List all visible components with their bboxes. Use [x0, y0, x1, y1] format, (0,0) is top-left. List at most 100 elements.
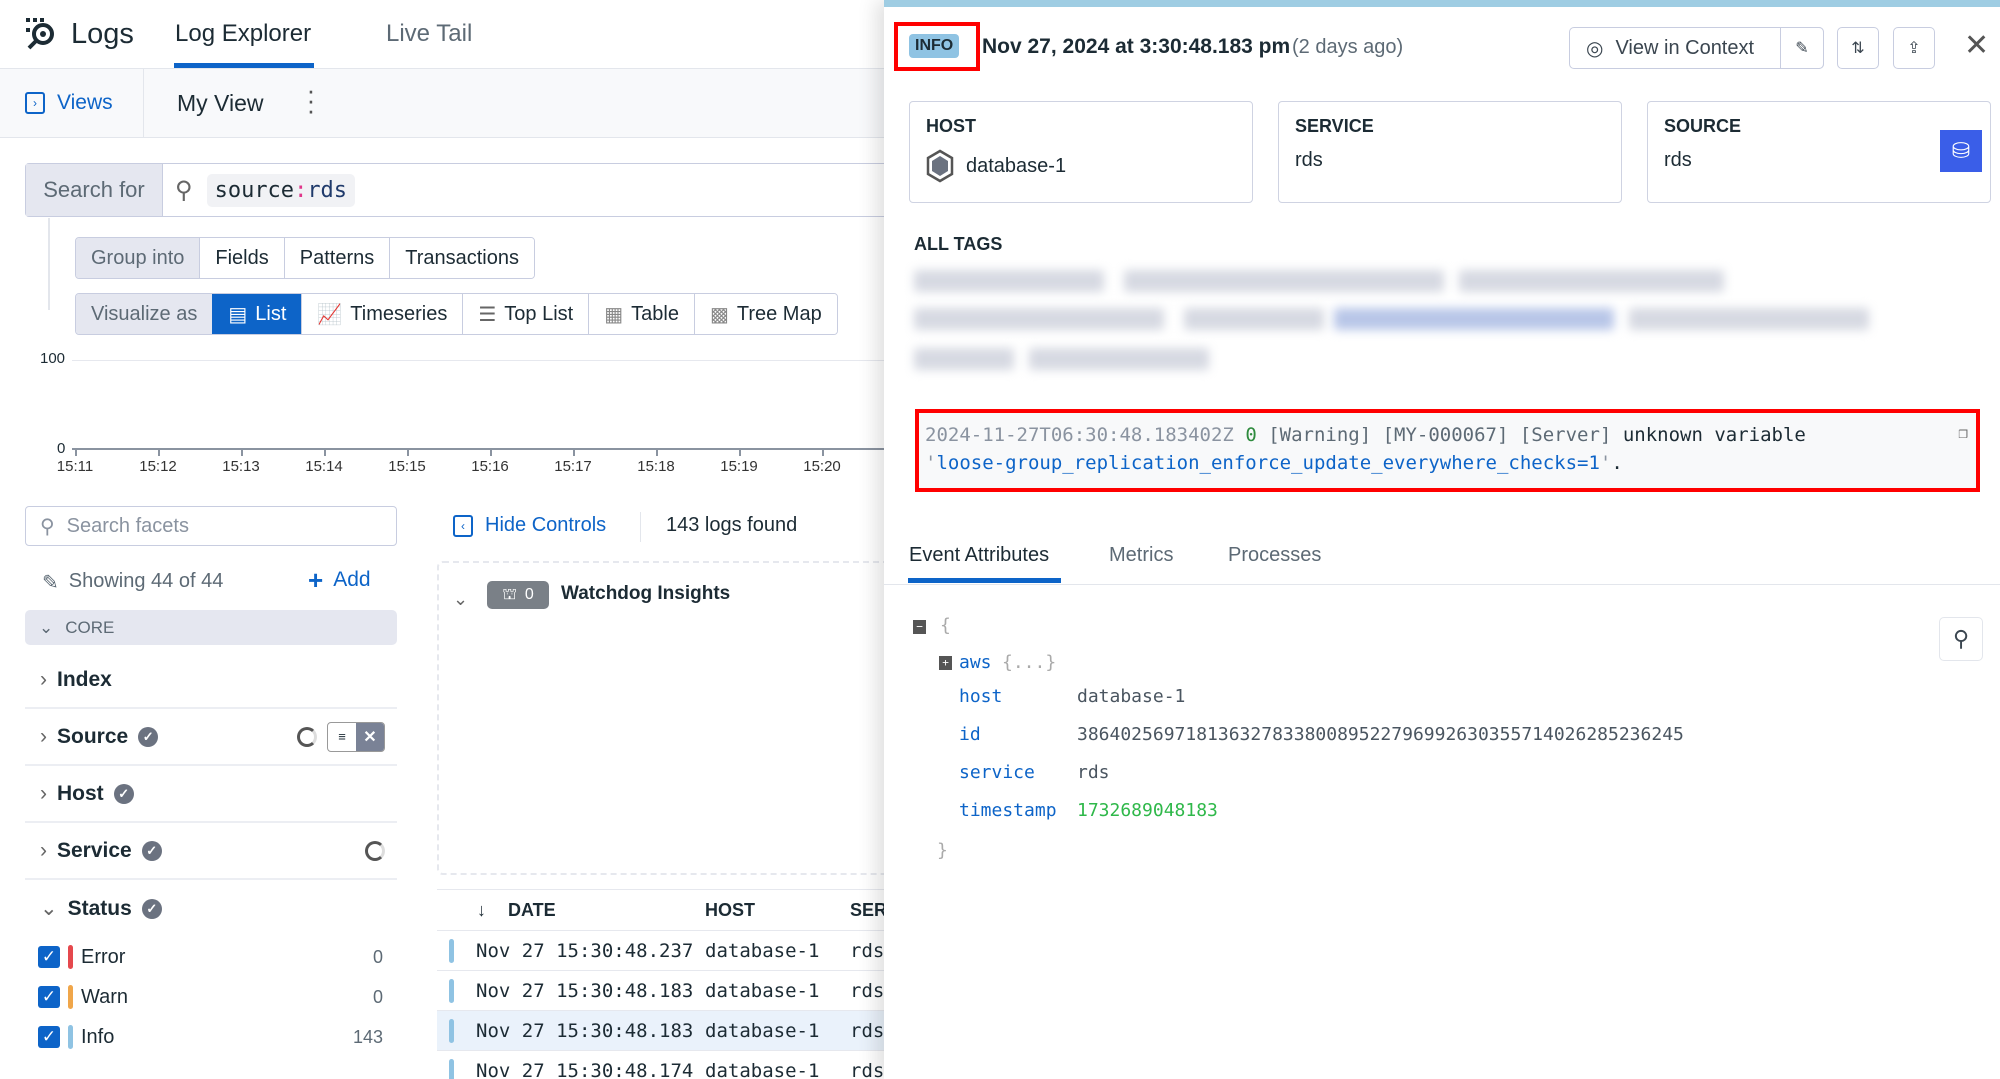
expand-icon[interactable]: + [939, 656, 952, 670]
tab-log-explorer[interactable]: Log Explorer [175, 20, 311, 48]
edit-button[interactable]: ✎ [1780, 27, 1824, 69]
table-row[interactable]: Nov 27 15:30:48.183 database-1 rds [437, 971, 884, 1011]
json-aws-collapsed[interactable]: {...} [1002, 652, 1056, 673]
search-query[interactable]: source:rds [206, 173, 356, 207]
status-info[interactable]: ✓ Info 143 [38, 1025, 383, 1049]
tab-metrics[interactable]: Metrics [1109, 544, 1173, 567]
x-tick-mark [656, 448, 658, 456]
tab-event-attributes[interactable]: Event Attributes [909, 544, 1049, 567]
json-value[interactable]: 3864025697181363278338008952279699263035… [1077, 724, 1684, 745]
collapse-icon[interactable]: − [913, 620, 926, 634]
viz-timeseries[interactable]: 📈 Timeseries [301, 294, 463, 334]
json-key[interactable]: service [959, 762, 1035, 783]
share-button[interactable]: ⇪ [1893, 27, 1935, 69]
status-error[interactable]: ✓ Error 0 [38, 945, 383, 969]
log-detail-panel: INFO Nov 27, 2024 at 3:30:48.183 pm (2 d… [884, 0, 2000, 1079]
checkbox[interactable]: ✓ [38, 986, 60, 1008]
x-tick-label: 15:14 [305, 458, 343, 475]
json-close-brace: } [937, 840, 948, 861]
viz-toplist[interactable]: ☰ Top List [462, 294, 589, 334]
current-view[interactable]: My View [177, 90, 264, 117]
loading-icon [297, 726, 317, 747]
close-icon[interactable]: ✕ [1964, 28, 1989, 63]
log-timestamp: Nov 27, 2024 at 3:30:48.183 pm [982, 35, 1291, 58]
facet-status[interactable]: ⌄ Status ✓ [25, 880, 397, 937]
target-icon: ◎ [1586, 37, 1604, 60]
active-tab-indicator [908, 578, 1061, 583]
copy-icon[interactable]: ❐ [1958, 419, 1968, 447]
source-card[interactable]: SOURCE rds ⛁ [1647, 101, 1991, 203]
json-value[interactable]: 1732689048183 [1077, 800, 1218, 821]
json-key[interactable]: id [959, 724, 981, 745]
json-value[interactable]: rds [1077, 762, 1110, 783]
group-fields[interactable]: Fields [199, 238, 284, 278]
group-patterns[interactable]: Patterns [283, 238, 390, 278]
search-facets-input[interactable]: ⚲ Search facets [25, 506, 397, 546]
cell-host: database-1 [705, 979, 820, 1002]
pencil-icon[interactable]: ✎ [42, 570, 59, 595]
viz-treemap[interactable]: ▩ Tree Map [693, 294, 837, 334]
status-count: 0 [372, 986, 383, 1007]
service-card[interactable]: SERVICE rds [1278, 101, 1622, 203]
x-axis [72, 448, 884, 450]
watchdog-badge: ⛫ 0 [487, 581, 549, 609]
status-warn[interactable]: ✓ Warn 0 [38, 985, 383, 1009]
status-color [68, 985, 73, 1009]
json-key-aws[interactable]: aws [959, 652, 992, 673]
chevron-right-icon: › [40, 724, 47, 748]
table-row[interactable]: Nov 27 15:30:48.237 database-1 rds [437, 931, 884, 971]
facet-host[interactable]: › Host ✓ [25, 766, 397, 823]
toplist-icon: ☰ [478, 303, 497, 326]
facet-service[interactable]: › Service ✓ [25, 823, 397, 880]
x-tick-mark [324, 448, 326, 456]
json-open-brace: { [940, 615, 951, 636]
search-bar[interactable]: Search for ⚲ source:rds [25, 163, 884, 217]
hide-controls-button[interactable]: ‹ Hide Controls [453, 514, 606, 537]
sort-down-icon[interactable]: ↓ [477, 900, 486, 921]
tab-processes[interactable]: Processes [1228, 544, 1321, 567]
json-key[interactable]: timestamp [959, 800, 1057, 821]
table-row[interactable]: Nov 27 15:30:48.174 database-1 rds [437, 1051, 884, 1079]
viz-table[interactable]: ▦ Table [588, 294, 694, 334]
log-message[interactable]: 2024-11-27T06:30:48.183402Z 0 [Warning] … [915, 409, 1980, 492]
tab-live-tail[interactable]: Live Tail [386, 20, 472, 48]
group-transactions[interactable]: Transactions [389, 238, 534, 278]
chevron-down-icon: ⌄ [40, 897, 58, 920]
clear-filter-icon[interactable]: ✕ [356, 722, 384, 751]
cell-service: rds [850, 979, 884, 1002]
more-options-icon[interactable]: · · · [306, 77, 316, 123]
x-tick-label: 15:19 [720, 458, 758, 475]
binoculars-icon: ⛫ [502, 586, 517, 603]
column-date[interactable]: DATE [508, 900, 556, 921]
viz-list[interactable]: ▤ List [212, 294, 302, 334]
checkbox[interactable]: ✓ [38, 946, 60, 968]
checkbox[interactable]: ✓ [38, 1026, 60, 1048]
views-icon: › [25, 92, 45, 114]
views-button[interactable]: › Views [25, 91, 113, 115]
add-facet-button[interactable]: + Add [308, 567, 371, 593]
cell-host: database-1 [705, 1019, 820, 1042]
status-indicator [449, 1019, 454, 1043]
status-count: 143 [352, 1026, 383, 1047]
x-tick-label: 15:17 [554, 458, 592, 475]
host-card[interactable]: HOST database-1 [909, 101, 1253, 203]
column-host[interactable]: HOST [705, 900, 755, 921]
search-attributes-button[interactable]: ⚲ [1939, 617, 1983, 661]
facet-index[interactable]: › Index [25, 652, 397, 709]
status-label: Warn [81, 985, 129, 1008]
pivot-button[interactable]: ⇅ [1837, 27, 1879, 69]
cell-service: rds [850, 1019, 884, 1042]
x-tick-label: 15:16 [471, 458, 509, 475]
filter-icon[interactable]: ≡ [328, 723, 356, 751]
json-value[interactable]: database-1 [1077, 686, 1185, 707]
facet-source[interactable]: › Source ✓ ≡ ✕ [25, 709, 397, 766]
pencil-icon: ✎ [1795, 40, 1809, 57]
table-row[interactable]: Nov 27 15:30:48.183 database-1 rds [437, 1011, 884, 1051]
status-bar [884, 0, 2000, 7]
column-service[interactable]: SERVICE [850, 900, 884, 921]
cell-service: rds [850, 1059, 884, 1079]
json-key[interactable]: host [959, 686, 1002, 707]
facet-group-core[interactable]: ⌄ CORE [25, 610, 397, 645]
app-title: Logs [71, 18, 134, 50]
chevron-down-icon[interactable]: ⌄ [453, 589, 468, 610]
